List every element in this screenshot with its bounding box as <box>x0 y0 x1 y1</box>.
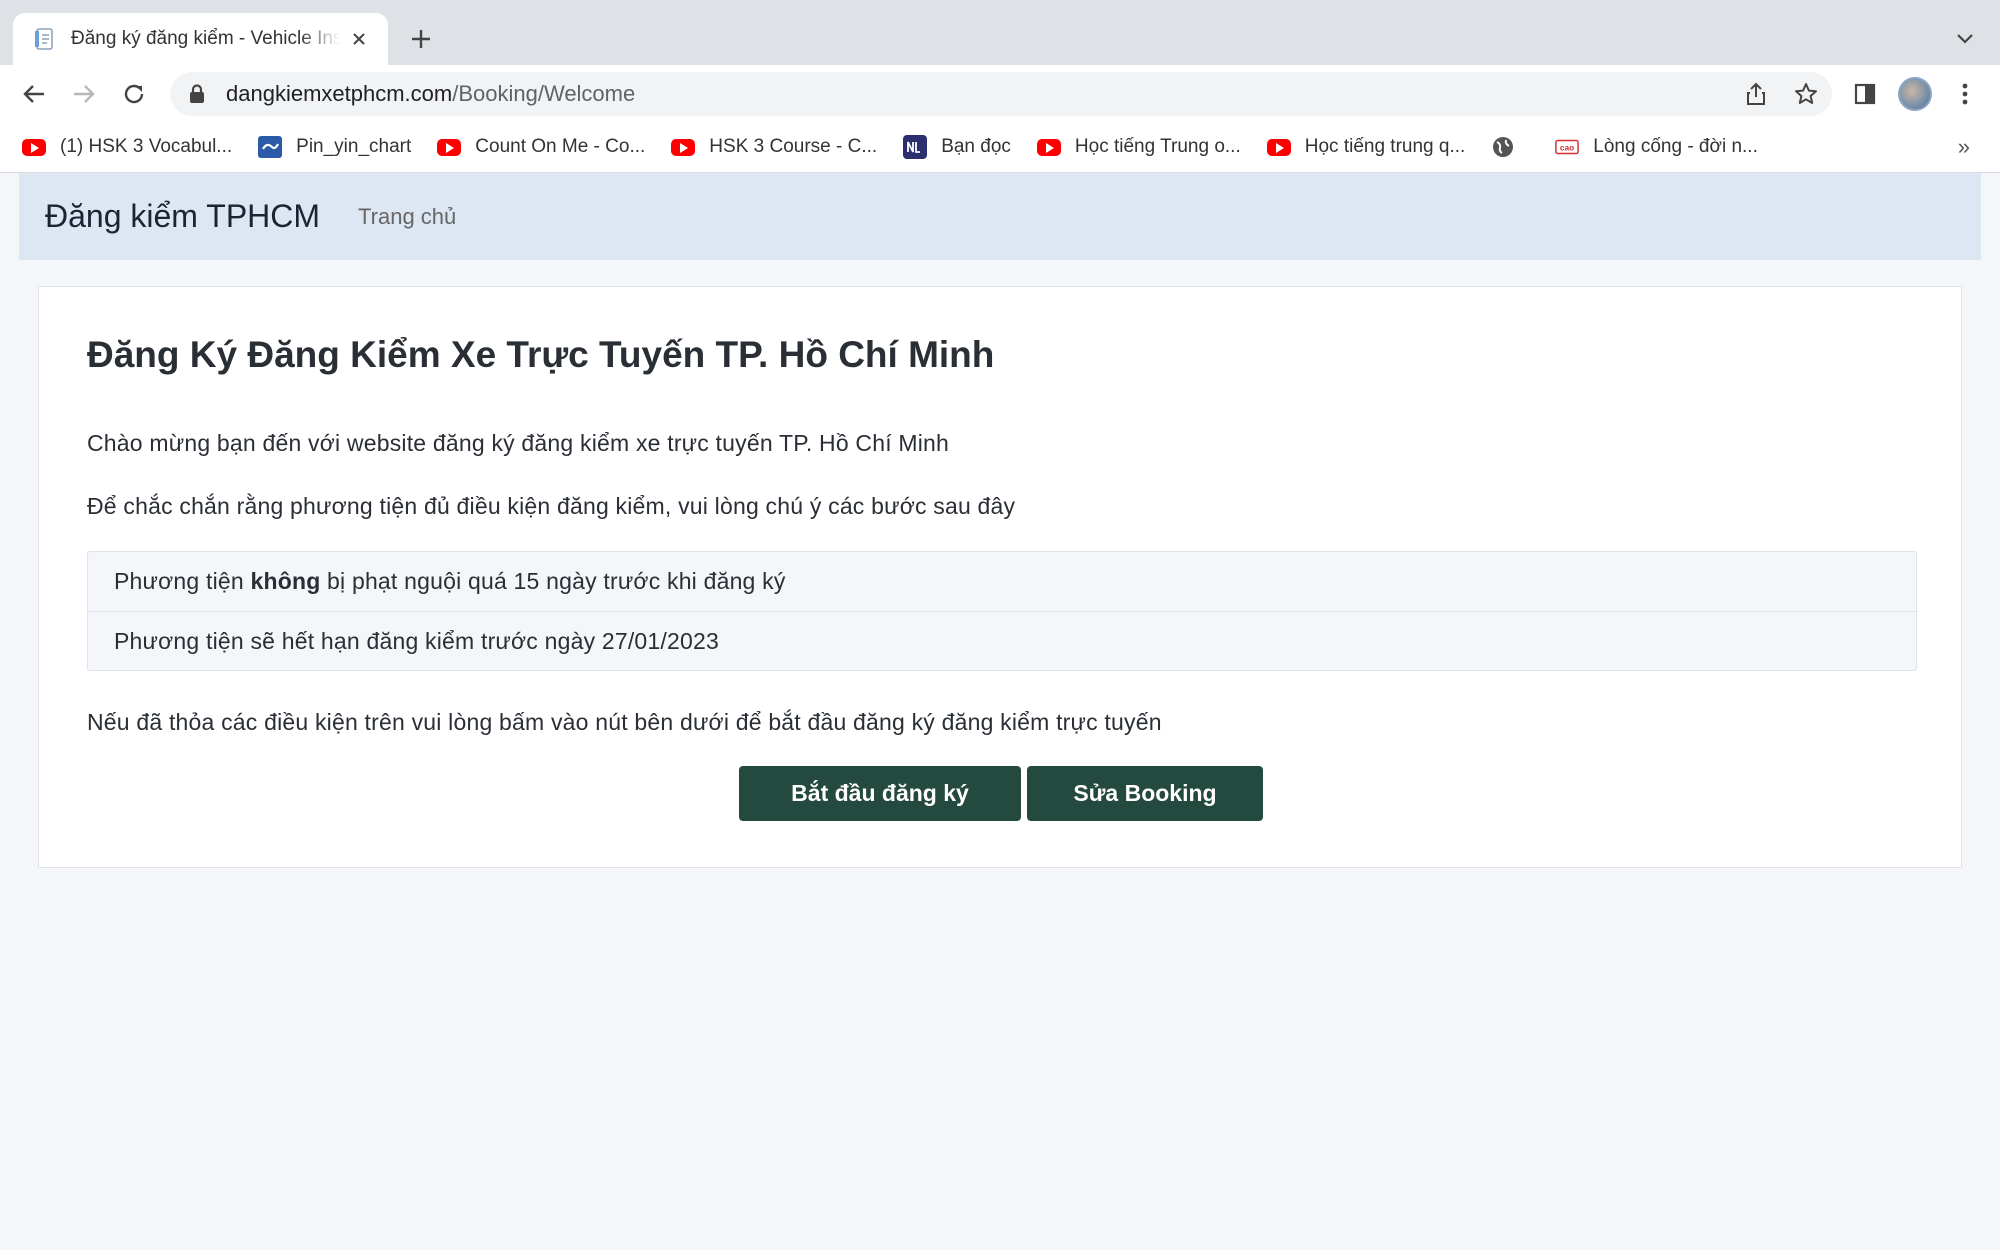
list-item: Phương tiện không bị phạt nguội quá 15 n… <box>88 552 1916 611</box>
proceed-note: Nếu đã thỏa các điều kiện trên vui lòng … <box>87 709 1162 735</box>
welcome-card: Đăng Ký Đăng Kiểm Xe Trực Tuyến TP. Hồ C… <box>38 286 1962 868</box>
bookmark-item[interactable]: HSK 3 Course - C... <box>671 135 877 159</box>
bookmark-label: Count On Me - Co... <box>475 136 646 157</box>
condition-text-before: Phương tiện <box>114 568 251 594</box>
youtube-icon <box>1266 135 1291 159</box>
bookmark-item[interactable]: Học tiếng Trung o... <box>1036 135 1241 159</box>
list-item: Phương tiện sẽ hết hạn đăng kiểm trước n… <box>88 611 1916 670</box>
chevron-double-right-icon[interactable]: » <box>1958 134 1970 160</box>
bookmark-label: Lòng cống - đời n... <box>1593 136 1758 157</box>
nld-icon <box>903 135 928 159</box>
instructions-text: Để chắc chắn rằng phương tiện đủ điều ki… <box>87 493 1016 519</box>
close-tab-icon[interactable] <box>348 28 370 50</box>
share-icon[interactable] <box>1742 80 1770 108</box>
bookmark-item[interactable]: Count On Me - Co... <box>437 135 645 159</box>
bookmark-item[interactable] <box>1491 135 1529 159</box>
bookmark-label: Bạn đọc <box>941 136 1011 157</box>
side-panel-icon[interactable] <box>1847 76 1883 112</box>
start-registration-button[interactable]: Bắt đầu đăng ký <box>739 766 1021 821</box>
youtube-icon <box>1036 135 1061 159</box>
youtube-icon <box>671 135 696 159</box>
bookmark-label: Học tiếng trung q... <box>1304 136 1466 157</box>
browser-toolbar: dangkiemxetphcm.com/Booking/Welcome <box>0 65 2000 122</box>
browser-tab[interactable]: Đăng ký đăng kiểm - Vehicle Inspection <box>13 13 388 65</box>
url-path: /Booking/Welcome <box>452 81 636 106</box>
youtube-icon <box>22 135 46 159</box>
site-navbar: Đăng kiểm TPHCM Trang chủ <box>19 173 1981 260</box>
svg-text:cao: cao <box>1560 143 1574 153</box>
forward-arrow-icon[interactable] <box>66 76 102 112</box>
condition-text-after: bị phạt nguội quá 15 ngày trước khi đăng… <box>320 568 786 594</box>
bookmark-item[interactable]: (1) HSK 3 Vocabul... <box>22 135 232 159</box>
bookmark-label: Học tiếng Trung o... <box>1074 136 1241 157</box>
bookmark-item[interactable]: Học tiếng trung q... <box>1266 135 1466 159</box>
bookmark-label: Pin_yin_chart <box>296 136 412 157</box>
bookmark-label: HSK 3 Course - C... <box>709 136 878 157</box>
avatar <box>1898 77 1932 111</box>
address-bar[interactable]: dangkiemxetphcm.com/Booking/Welcome <box>170 72 1832 116</box>
chart-icon <box>258 135 283 159</box>
globe-icon <box>1491 135 1515 159</box>
reload-icon[interactable] <box>116 76 152 112</box>
welcome-text: Chào mừng bạn đến với website đăng ký đă… <box>87 430 950 456</box>
bookmark-item[interactable]: Pin_yin_chart <box>258 135 411 159</box>
bookmarks-bar: (1) HSK 3 Vocabul... Pin_yin_chart Count… <box>0 122 2000 173</box>
bookmark-label: (1) HSK 3 Vocabul... <box>60 136 233 157</box>
cao-icon: cao <box>1555 135 1580 159</box>
conditions-list: Phương tiện không bị phạt nguội quá 15 n… <box>87 551 1917 671</box>
tab-title: Đăng ký đăng kiểm - Vehicle Inspection <box>71 28 340 49</box>
bookmark-item[interactable]: Bạn đọc <box>903 135 1011 159</box>
condition-emphasis: không <box>250 568 321 594</box>
back-arrow-icon[interactable] <box>16 76 52 112</box>
url-host: dangkiemxetphcm.com <box>226 81 453 106</box>
more-menu-icon[interactable] <box>1947 76 1983 112</box>
youtube-icon <box>437 135 462 159</box>
site-brand[interactable]: Đăng kiểm TPHCM <box>45 198 320 235</box>
chevron-down-icon[interactable] <box>1950 24 1980 54</box>
page-title: Đăng Ký Đăng Kiểm Xe Trực Tuyến TP. Hồ C… <box>87 334 995 375</box>
url-text: dangkiemxetphcm.com/Booking/Welcome <box>226 81 635 107</box>
new-tab-icon[interactable] <box>406 24 436 54</box>
lock-icon <box>190 84 204 103</box>
document-favicon-icon <box>35 28 53 50</box>
bookmark-star-icon[interactable] <box>1792 80 1820 108</box>
nav-home-link[interactable]: Trang chủ <box>358 204 456 230</box>
bookmark-item[interactable]: cao Lòng cống - đời n... <box>1555 135 1758 159</box>
profile-avatar[interactable] <box>1897 76 1933 112</box>
condition-text: Phương tiện sẽ hết hạn đăng kiểm trước n… <box>114 627 719 654</box>
browser-tabstrip: Đăng ký đăng kiểm - Vehicle Inspection <box>0 0 2000 65</box>
edit-booking-button[interactable]: Sửa Booking <box>1027 766 1263 821</box>
